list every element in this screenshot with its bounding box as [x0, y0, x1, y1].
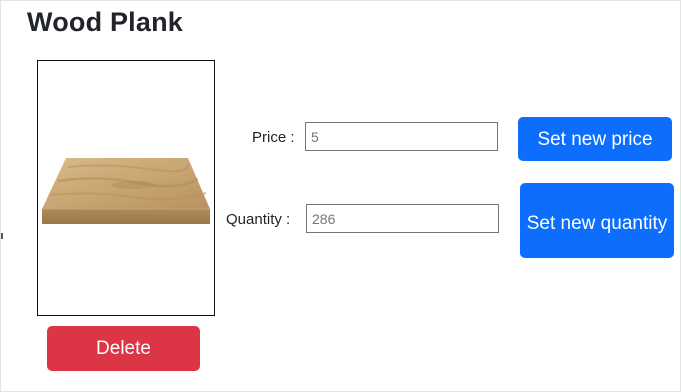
- delete-button[interactable]: Delete: [47, 326, 200, 371]
- edge-marker: [1, 233, 3, 239]
- quantity-label: Quantity :: [226, 211, 291, 228]
- set-new-quantity-button[interactable]: Set new quantity: [520, 183, 674, 258]
- product-card: Wood Plank Delete Price: 5 Set new pric…: [0, 0, 681, 392]
- price-input[interactable]: [305, 122, 498, 151]
- set-new-price-button[interactable]: Set new price: [518, 117, 672, 161]
- product-image-frame: [37, 60, 215, 316]
- quantity-input[interactable]: [306, 204, 499, 233]
- price-label: Price :: [252, 129, 295, 146]
- wood-plank-image: [42, 158, 210, 224]
- product-title: Wood Plank: [27, 7, 184, 37]
